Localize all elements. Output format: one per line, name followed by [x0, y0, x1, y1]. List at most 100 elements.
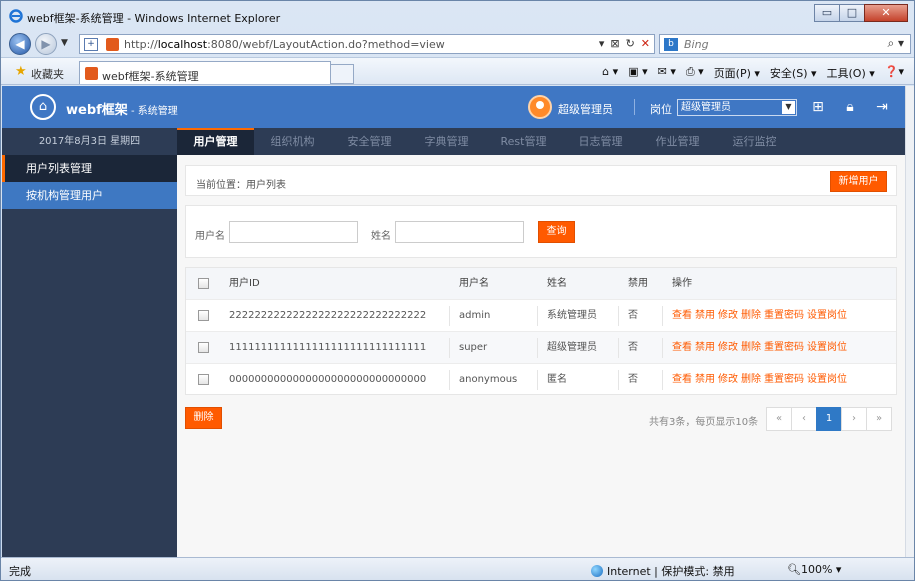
cell-divider: [618, 306, 619, 326]
browser-tab[interactable]: webf框架-系统管理: [79, 61, 331, 84]
search-panel: 用户名 姓名 查询: [185, 205, 897, 258]
disable-link[interactable]: 禁用: [695, 310, 715, 321]
tab-user-management[interactable]: 用户管理: [177, 128, 254, 155]
cell-divider: [662, 306, 663, 326]
set-post-link[interactable]: 设置岗位: [807, 310, 847, 321]
select-all-checkbox[interactable]: [198, 278, 209, 289]
sidebar-item-user-list[interactable]: 用户列表管理: [2, 155, 177, 182]
browser-window: webf框架-系统管理 - Windows Internet Explorer …: [0, 0, 915, 581]
username-input[interactable]: [229, 221, 358, 243]
grid-menu-icon[interactable]: ⊞: [810, 99, 826, 115]
logout-icon[interactable]: ⇥: [874, 99, 890, 115]
user-avatar[interactable]: [528, 95, 552, 119]
tab-security[interactable]: 安全管理: [331, 128, 408, 155]
cell-username: admin: [459, 310, 491, 321]
mail-icon[interactable]: ✉ ▾: [658, 65, 676, 81]
favorites-label[interactable]: 收藏夹: [31, 66, 64, 82]
lock-icon[interactable]: 🔒︎: [842, 99, 858, 115]
view-link[interactable]: 查看: [672, 310, 692, 321]
address-row: ◀ ▶ ▼ + http://localhost:8080/webf/Layou…: [1, 31, 914, 57]
delete-link[interactable]: 删除: [741, 310, 761, 321]
pager-next[interactable]: ›: [841, 407, 867, 431]
col-header-username: 用户名: [459, 278, 489, 289]
cell-username: super: [459, 342, 488, 353]
search-icon[interactable]: ⌕ ▾: [887, 36, 904, 51]
compat-view-icon[interactable]: +: [84, 38, 98, 51]
cell-divider: [618, 370, 619, 390]
delete-link[interactable]: 删除: [741, 374, 761, 385]
address-url[interactable]: http://localhost:8080/webf/LayoutAction.…: [124, 38, 445, 51]
zoom-icon: 🔍︎: [787, 563, 801, 576]
edit-link[interactable]: 修改: [718, 374, 738, 385]
rss-icon[interactable]: ⊠: [610, 37, 619, 50]
security-zone[interactable]: Internet | 保护模式: 禁用: [591, 563, 735, 579]
col-header-id: 用户ID: [229, 278, 260, 289]
row-checkbox[interactable]: [198, 310, 209, 321]
window-controls: ▭ □ ✕: [814, 4, 908, 22]
sidebar-item-by-org[interactable]: 按机构管理用户: [2, 182, 177, 209]
forward-button[interactable]: ▶: [35, 33, 57, 55]
maximize-icon[interactable]: □: [839, 4, 865, 22]
stop-icon[interactable]: ✕: [641, 37, 650, 50]
close-icon[interactable]: ✕: [864, 4, 908, 22]
reset-password-link[interactable]: 重置密码: [764, 310, 804, 321]
cmd-page[interactable]: 页面(P) ▾: [714, 65, 760, 81]
delete-link[interactable]: 删除: [741, 342, 761, 353]
address-bar[interactable]: + http://localhost:8080/webf/LayoutActio…: [79, 34, 655, 54]
pager-page-1[interactable]: 1: [816, 407, 842, 431]
home-icon[interactable]: ⌂ ▾: [602, 65, 618, 81]
minimize-icon[interactable]: ▭: [814, 4, 840, 22]
row-checkbox[interactable]: [198, 374, 209, 385]
favorites-star-icon[interactable]: ★: [15, 64, 27, 79]
tab-logs[interactable]: 日志管理: [562, 128, 639, 155]
cell-realname: 超级管理员: [547, 342, 597, 353]
dropdown-icon[interactable]: ▾: [599, 37, 605, 50]
query-button[interactable]: 查询: [538, 221, 575, 243]
pager-last[interactable]: »: [866, 407, 892, 431]
view-link[interactable]: 查看: [672, 374, 692, 385]
col-header-actions: 操作: [672, 278, 692, 289]
print-icon[interactable]: ⎙ ▾: [686, 65, 704, 81]
edit-link[interactable]: 修改: [718, 342, 738, 353]
reset-password-link[interactable]: 重置密码: [764, 374, 804, 385]
row-checkbox[interactable]: [198, 342, 209, 353]
edit-link[interactable]: 修改: [718, 310, 738, 321]
col-header-disabled: 禁用: [628, 278, 648, 289]
realname-input[interactable]: [395, 221, 524, 243]
tab-dictionary[interactable]: 字典管理: [408, 128, 485, 155]
post-select[interactable]: 超级管理员 ▼: [677, 99, 797, 116]
delete-button[interactable]: 删除: [185, 407, 222, 429]
tab-jobs[interactable]: 作业管理: [639, 128, 716, 155]
set-post-link[interactable]: 设置岗位: [807, 374, 847, 385]
cell-divider: [449, 370, 450, 390]
disable-link[interactable]: 禁用: [695, 374, 715, 385]
home-logo-icon[interactable]: ⌂: [30, 94, 56, 120]
pager-first[interactable]: «: [766, 407, 792, 431]
tab-rest[interactable]: Rest管理: [485, 128, 562, 155]
reset-password-link[interactable]: 重置密码: [764, 342, 804, 353]
back-button[interactable]: ◀: [9, 33, 31, 55]
disable-link[interactable]: 禁用: [695, 342, 715, 353]
cmd-safety[interactable]: 安全(S) ▾: [770, 65, 817, 81]
header-divider: [634, 99, 635, 115]
add-user-button[interactable]: 新增用户: [830, 171, 887, 192]
pager-prev[interactable]: ‹: [791, 407, 817, 431]
user-table: 用户ID 用户名 姓名 禁用 操作 2222222222222222222222…: [185, 267, 897, 395]
zoom-level[interactable]: 🔍︎100% ▾: [787, 563, 841, 576]
refresh-icon[interactable]: ↻: [626, 37, 635, 50]
user-name[interactable]: 超级管理员: [558, 101, 613, 117]
history-dropdown-icon[interactable]: ▼: [61, 38, 68, 48]
cmd-tools[interactable]: 工具(O) ▾: [827, 65, 875, 81]
new-tab-button[interactable]: [330, 64, 354, 84]
set-post-link[interactable]: 设置岗位: [807, 342, 847, 353]
post-label: 岗位: [650, 103, 672, 116]
tab-monitor[interactable]: 运行监控: [716, 128, 793, 155]
view-link[interactable]: 查看: [672, 342, 692, 353]
tab-organization[interactable]: 组织机构: [254, 128, 331, 155]
favorites-bar: ★ 收藏夹 webf框架-系统管理 ⌂ ▾ ▣ ▾ ✉ ▾ ⎙ ▾ 页面(P) …: [1, 57, 914, 85]
search-box[interactable]: b Bing ⌕ ▾: [659, 34, 911, 54]
help-icon[interactable]: ❓▾: [885, 65, 904, 81]
row-actions: 查看 禁用 修改 删除 重置密码 设置岗位: [672, 300, 850, 331]
feeds-icon[interactable]: ▣ ▾: [628, 65, 647, 81]
page-scrollbar[interactable]: [905, 86, 914, 557]
